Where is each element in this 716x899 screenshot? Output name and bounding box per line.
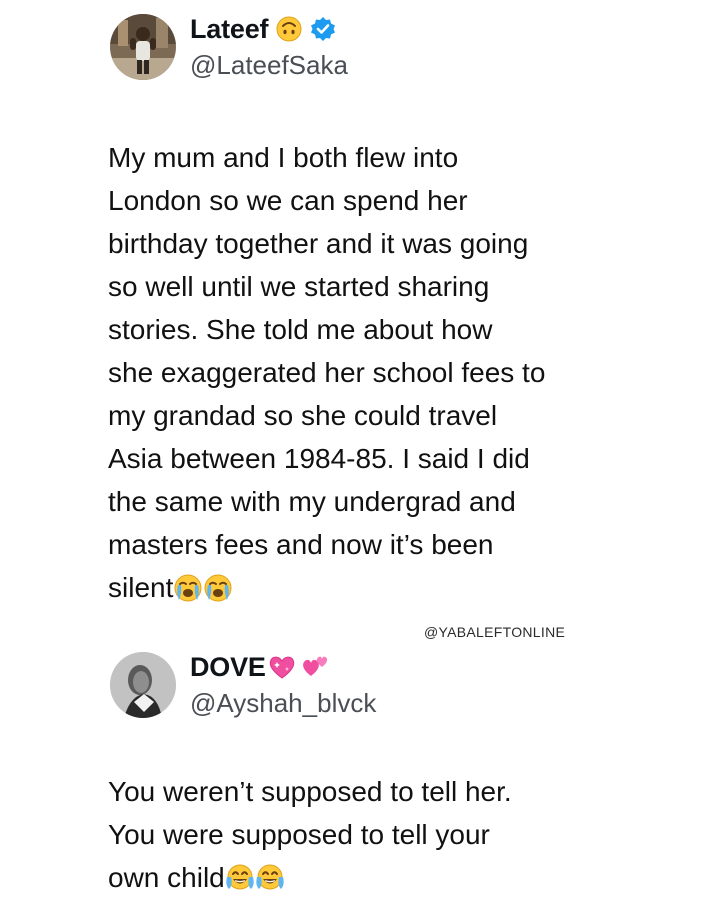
tweet1-line: my grandad so she could travel (108, 400, 498, 431)
tweet1-text: My mum and I both flew into London so we… (108, 136, 545, 609)
tweet2-name-row: DOVE (190, 650, 376, 684)
tweet1-line: so well until we started sharing (108, 271, 490, 302)
tweet1-name-row: Lateef (190, 12, 348, 46)
tweet1-line: Asia between 1984-85. I said I did (108, 443, 530, 474)
two-hearts-icon (300, 654, 330, 680)
tweet2-names: DOVE @Ayshah_blvck (190, 650, 376, 719)
tweet2-handle[interactable]: @Ayshah_blvck (190, 688, 376, 719)
tweet1-display-name[interactable]: Lateef (190, 14, 269, 45)
loudly-crying-face-icon (203, 573, 233, 603)
tweet1-line: My mum and I both flew into (108, 142, 459, 173)
tweet2-display-name[interactable]: DOVE (190, 652, 266, 683)
tweet1-line: silent (108, 572, 174, 603)
tweet1-line: stories. She told me about how (108, 314, 493, 345)
tweet1-names: Lateef @LateefSaka (190, 12, 348, 81)
tweet1-handle[interactable]: @LateefSaka (190, 50, 348, 81)
tweet1-last-line: silent (108, 566, 545, 609)
tweet1-header: Lateef @LateefSaka (110, 12, 348, 81)
upside-down-face-icon (276, 16, 302, 42)
watermark: @YABALEFTONLINE (424, 624, 566, 640)
tweet1-avatar[interactable] (110, 13, 176, 80)
tweet2-avatar[interactable] (110, 651, 176, 718)
loudly-crying-face-icon (173, 573, 203, 603)
sparkling-heart-icon (268, 654, 296, 680)
tweet2-text: You weren’t supposed to tell her. You we… (108, 770, 512, 899)
tweet1-line: she exaggerated her school fees to (108, 357, 546, 388)
tweet1-line: birthday together and it was going (108, 228, 529, 259)
tweet2-line: You weren’t supposed to tell her. (108, 776, 512, 807)
tweet2-last-line: own child (108, 856, 512, 899)
tweet1-line: the same with my undergrad and (108, 486, 516, 517)
tweet1-line: masters fees and now it’s been (108, 529, 494, 560)
tweet2-line: You were supposed to tell your (108, 819, 490, 850)
tweet2-header: DOVE @Ayshah_blvck (110, 650, 376, 719)
tweet2-line: own child (108, 862, 225, 893)
tweet1-line: London so we can spend her (108, 185, 468, 216)
verified-badge-icon (310, 16, 336, 42)
